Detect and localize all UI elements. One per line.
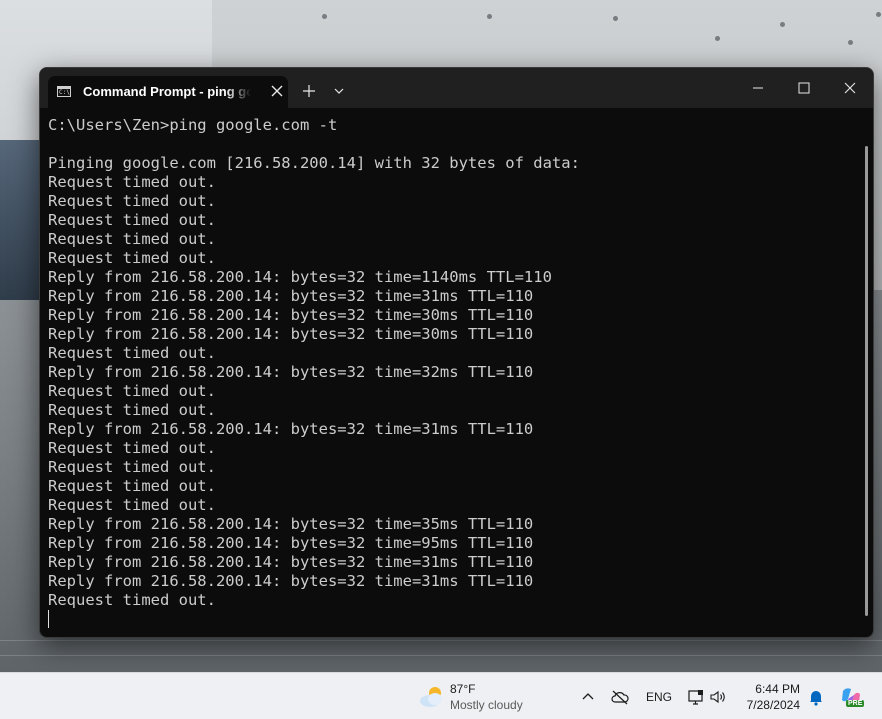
console-line: Request timed out. — [48, 401, 216, 419]
close-icon[interactable] — [827, 68, 873, 108]
chevron-up-icon[interactable] — [578, 687, 598, 707]
console-line: Reply from 216.58.200.14: bytes=32 time=… — [48, 287, 534, 305]
volume-icon[interactable] — [708, 687, 728, 707]
bell-icon[interactable] — [806, 687, 826, 707]
tab-title: Command Prompt - ping google.com -t — [83, 84, 251, 99]
wallpaper-detail — [322, 14, 327, 19]
wallpaper-detail — [876, 12, 881, 17]
partly-cloudy-icon[interactable] — [418, 684, 446, 710]
wallpaper-detail — [487, 14, 492, 19]
console-line: Request timed out. — [48, 458, 216, 476]
terminal-window[interactable]: C:\ Command Prompt - ping google.com -t … — [39, 67, 874, 638]
console-line: Request timed out. — [48, 344, 216, 362]
maximize-icon[interactable] — [781, 68, 827, 108]
chevron-down-icon[interactable] — [328, 80, 350, 102]
console-line: Pinging google.com [216.58.200.14] with … — [48, 154, 580, 172]
console-line: Reply from 216.58.200.14: bytes=32 time=… — [48, 306, 534, 324]
clock-date[interactable]: 7/28/2024 — [740, 698, 800, 712]
weather-temperature[interactable]: 87°F — [450, 682, 475, 696]
console-line: Reply from 216.58.200.14: bytes=32 time=… — [48, 515, 534, 533]
plus-icon[interactable] — [298, 80, 320, 102]
console-line: Request timed out. — [48, 477, 216, 495]
tab-command-prompt[interactable]: C:\ Command Prompt - ping google.com -t — [48, 76, 288, 108]
console-line: C:\Users\Zen>ping google.com -t — [48, 116, 338, 134]
wallpaper-detail — [0, 655, 882, 656]
title-bar[interactable]: C:\ Command Prompt - ping google.com -t — [40, 68, 873, 108]
copilot-badge: PRE — [846, 700, 865, 707]
close-icon[interactable] — [266, 80, 288, 102]
taskbar: 87°F Mostly cloudy ENG 6:44 PM 7/28/2024 — [0, 672, 882, 719]
console-output[interactable]: C:\Users\Zen>ping google.com -t Pinging g… — [48, 116, 856, 631]
console-line: Request timed out. — [48, 382, 216, 400]
wallpaper-detail — [848, 40, 853, 45]
console-line: Reply from 216.58.200.14: bytes=32 time=… — [48, 325, 534, 343]
console-line: Request timed out. — [48, 249, 216, 267]
console-line: Request timed out. — [48, 230, 216, 248]
cloud-offline-icon[interactable] — [610, 687, 630, 707]
wallpaper-detail — [715, 36, 720, 41]
text-cursor — [48, 610, 49, 628]
weather-description[interactable]: Mostly cloudy — [450, 698, 523, 712]
console-line: Reply from 216.58.200.14: bytes=32 time=… — [48, 553, 534, 571]
clock-time[interactable]: 6:44 PM — [740, 682, 800, 696]
wallpaper-city — [0, 140, 40, 300]
console-line: Request timed out. — [48, 173, 216, 191]
console-line: Request timed out. — [48, 211, 216, 229]
console-line: Reply from 216.58.200.14: bytes=32 time=… — [48, 534, 534, 552]
console-line: Reply from 216.58.200.14: bytes=32 time=… — [48, 420, 534, 438]
console-line: Reply from 216.58.200.14: bytes=32 time=… — [48, 363, 534, 381]
console-line: Request timed out. — [48, 496, 216, 514]
display-icon[interactable] — [686, 687, 706, 707]
wallpaper-detail — [780, 22, 785, 27]
console-line: Request timed out. — [48, 439, 216, 457]
console-line: Request timed out. — [48, 591, 216, 609]
console-line: Reply from 216.58.200.14: bytes=32 time=… — [48, 572, 534, 590]
wallpaper-detail — [0, 640, 882, 641]
cmd-icon: C:\ — [57, 86, 71, 97]
language-indicator[interactable]: ENG — [646, 690, 672, 704]
minimize-icon[interactable] — [735, 68, 781, 108]
console-line: Request timed out. — [48, 192, 216, 210]
wallpaper-detail — [613, 16, 618, 21]
scrollbar[interactable] — [865, 146, 868, 616]
console-line: Reply from 216.58.200.14: bytes=32 time=… — [48, 268, 552, 286]
